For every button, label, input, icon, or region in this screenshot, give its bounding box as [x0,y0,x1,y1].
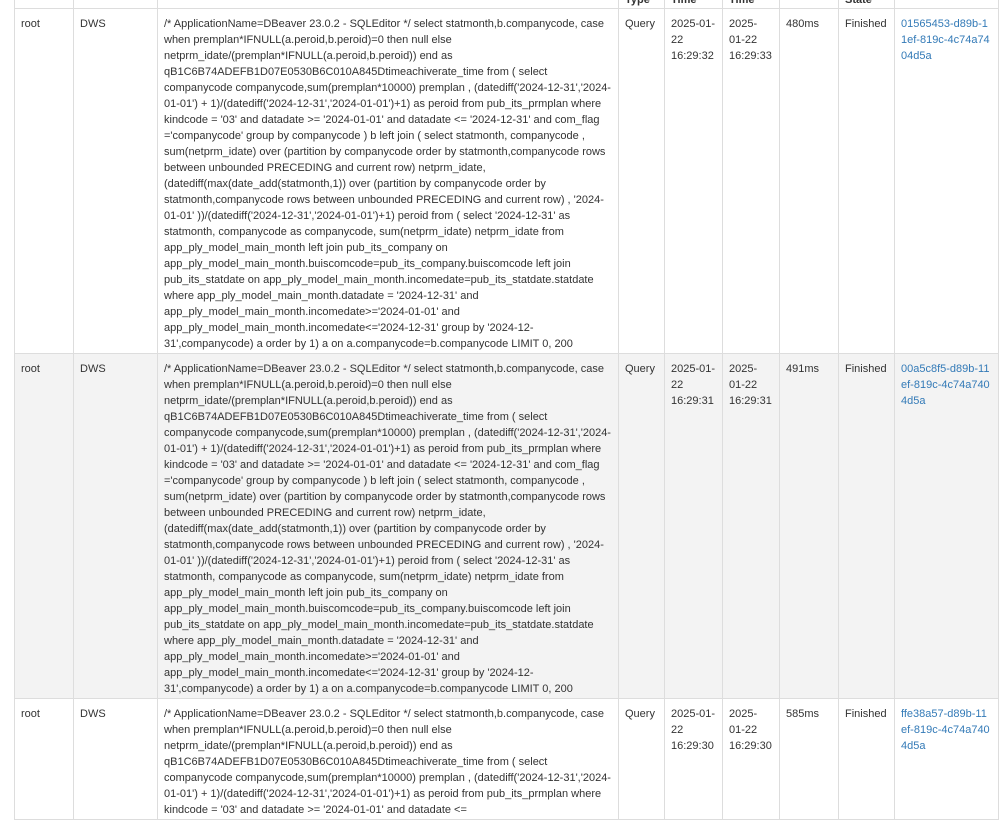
cell-command: Query [618,698,665,820]
header-query-id[interactable] [894,0,999,9]
table-row: root DWS /* ApplicationName=DBeaver 23.0… [14,698,999,820]
cell-end-time: 2025-01-22 16:29:31 [722,353,780,699]
cell-start-time: 2025-01-22 16:29:30 [664,698,723,820]
header-start-time[interactable]: Time [664,0,723,9]
header-duration[interactable] [779,0,839,9]
table-header-row: Type Time Time State [14,0,999,9]
cell-duration: 480ms [779,8,839,354]
cell-state: Finished [838,353,895,699]
header-state[interactable]: State [838,0,895,9]
cell-query-id: ffe38a57-d89b-11ef-819c-4c74a7404d5a [894,698,999,820]
query-history-panel: Type Time Time State root DWS /* Applica… [0,0,1004,820]
cell-end-time: 2025-01-22 16:29:30 [722,698,780,820]
cell-query-text: /* ApplicationName=DBeaver 23.0.2 - SQLE… [157,353,619,699]
cell-db: DWS [73,353,158,699]
cell-db: DWS [73,698,158,820]
cell-user: root [14,353,74,699]
table-row: root DWS /* ApplicationName=DBeaver 23.0… [14,8,999,354]
cell-query-text: /* ApplicationName=DBeaver 23.0.2 - SQLE… [157,698,619,820]
cell-end-time: 2025-01-22 16:29:33 [722,8,780,354]
query-history-table: Type Time Time State root DWS /* Applica… [14,0,999,820]
header-user[interactable] [14,0,74,9]
header-type[interactable]: Type [618,0,665,9]
header-db[interactable] [73,0,158,9]
cell-duration: 585ms [779,698,839,820]
cell-user: root [14,8,74,354]
cell-start-time: 2025-01-22 16:29:32 [664,8,723,354]
query-id-link[interactable]: 01565453-d89b-11ef-819c-4c74a7404d5a [901,18,990,62]
cell-user: root [14,698,74,820]
cell-query-id: 01565453-d89b-11ef-819c-4c74a7404d5a [894,8,999,354]
table-row: root DWS /* ApplicationName=DBeaver 23.0… [14,353,999,699]
header-info[interactable] [157,0,619,9]
cell-start-time: 2025-01-22 16:29:31 [664,353,723,699]
header-end-time[interactable]: Time [722,0,780,9]
cell-duration: 491ms [779,353,839,699]
cell-state: Finished [838,8,895,354]
cell-query-text: /* ApplicationName=DBeaver 23.0.2 - SQLE… [157,8,619,354]
cell-db: DWS [73,8,158,354]
cell-state: Finished [838,698,895,820]
cell-query-id: 00a5c8f5-d89b-11ef-819c-4c74a7404d5a [894,353,999,699]
cell-command: Query [618,353,665,699]
cell-command: Query [618,8,665,354]
query-id-link[interactable]: ffe38a57-d89b-11ef-819c-4c74a7404d5a [901,708,990,752]
query-id-link[interactable]: 00a5c8f5-d89b-11ef-819c-4c74a7404d5a [901,363,990,407]
